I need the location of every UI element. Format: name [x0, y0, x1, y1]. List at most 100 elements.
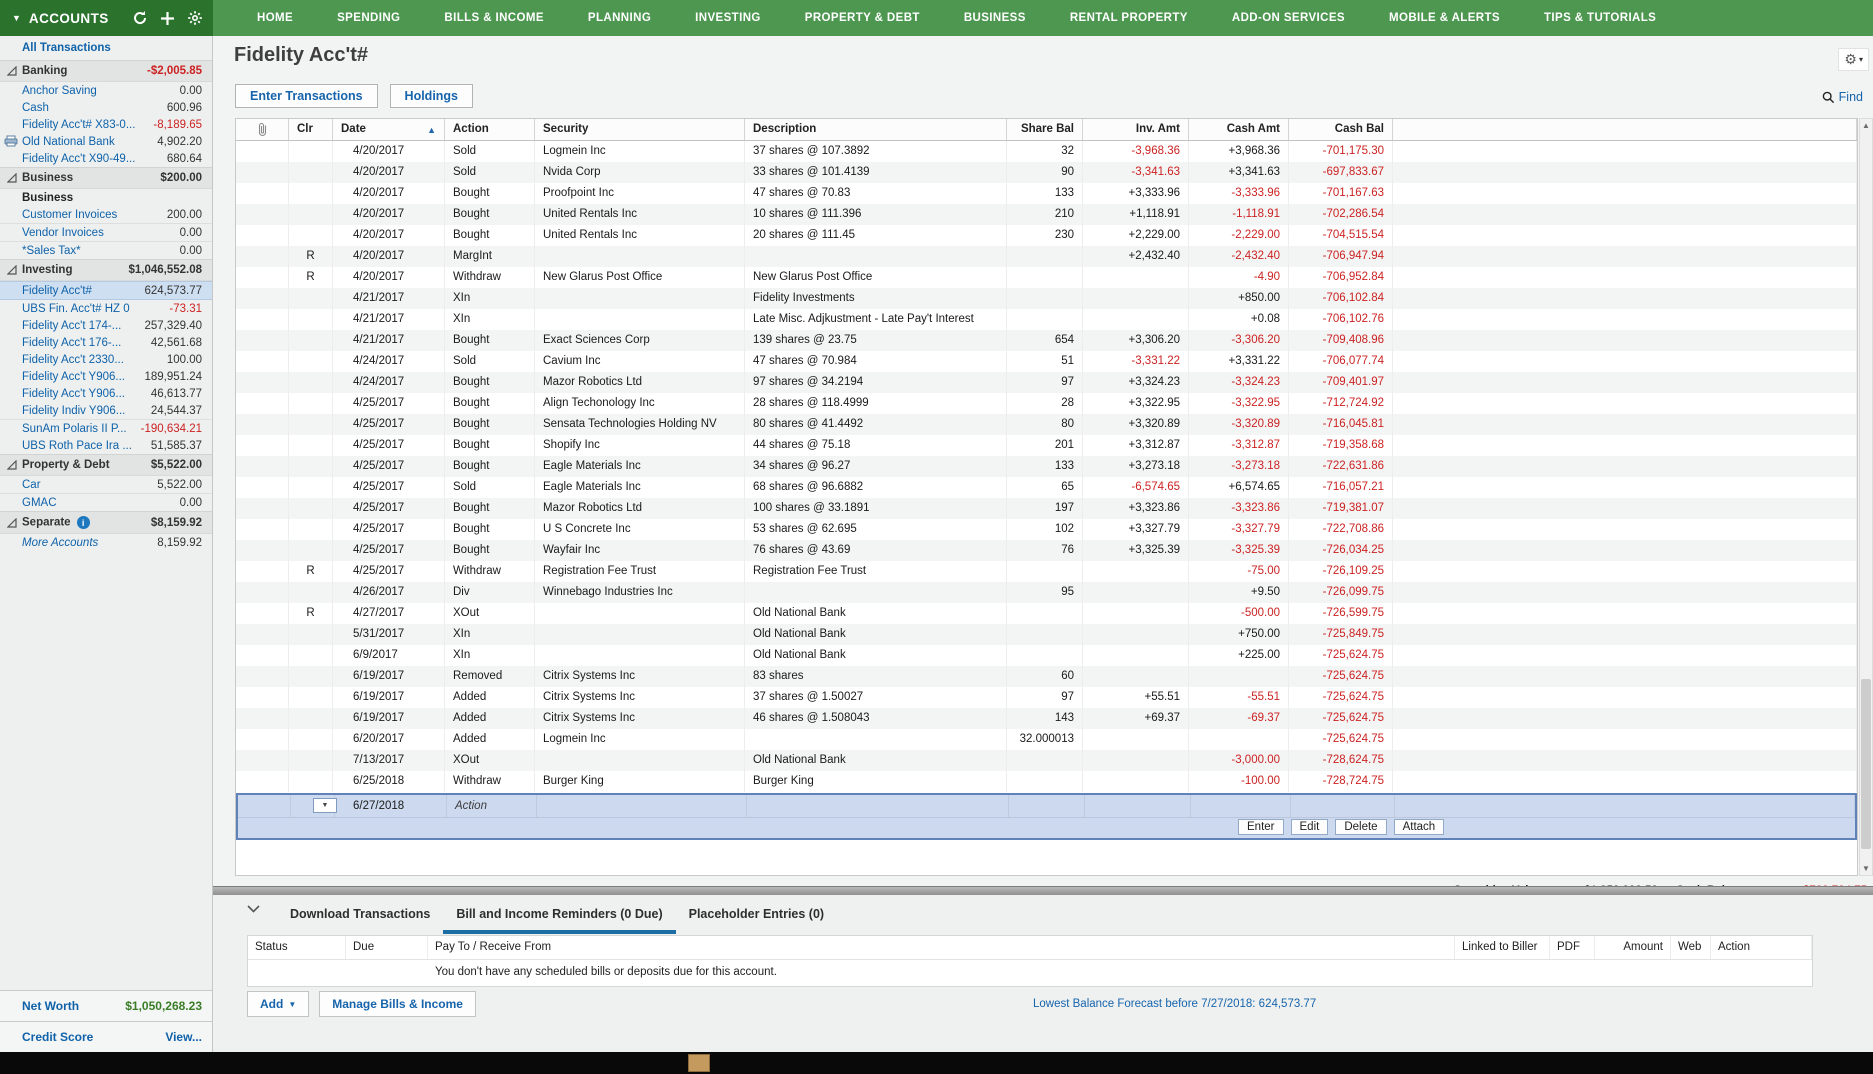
table-row[interactable]: 6/9/2017XInOld National Bank+225.00-725,… — [236, 645, 1857, 666]
tab-download-transactions[interactable]: Download Transactions — [277, 899, 443, 934]
new-security-field[interactable] — [537, 795, 747, 817]
reminder-column-action[interactable]: Action — [1711, 936, 1812, 959]
table-row[interactable]: 6/19/2017RemovedCitrix Systems Inc83 sha… — [236, 666, 1857, 687]
sidebar-item-more-accounts[interactable]: More Accounts8,159.92 — [0, 534, 212, 551]
nav-item-home[interactable]: HOME — [235, 12, 315, 24]
holdings-button[interactable]: Holdings — [390, 84, 473, 108]
table-row[interactable]: 4/20/2017BoughtUnited Rentals Inc20 shar… — [236, 225, 1857, 246]
register-scrollbar[interactable]: ▲ ▼ — [1859, 118, 1873, 876]
table-row[interactable]: 4/25/2017BoughtSensata Technologies Hold… — [236, 414, 1857, 435]
column-header-date[interactable]: Date▲ — [333, 119, 445, 140]
table-row[interactable]: 4/20/2017SoldLogmein Inc37 shares @ 107.… — [236, 141, 1857, 162]
table-row[interactable]: 6/19/2017AddedCitrix Systems Inc46 share… — [236, 708, 1857, 729]
nav-item-mobile-alerts[interactable]: MOBILE & ALERTS — [1367, 12, 1522, 24]
reminder-column-pay-to-receive-from[interactable]: Pay To / Receive From — [428, 936, 1455, 959]
sidebar-item-fidelity-acc-t-y906[interactable]: Fidelity Acc't Y906...46,613.77 — [0, 385, 212, 402]
table-row[interactable]: 4/25/2017BoughtU S Concrete Inc53 shares… — [236, 519, 1857, 540]
tab-bill-and-income-reminders-0-due[interactable]: Bill and Income Reminders (0 Due) — [443, 899, 675, 934]
sidebar-item-fidelity-indiv-y906[interactable]: Fidelity Indiv Y906...24,544.37 — [0, 402, 212, 419]
table-row[interactable]: R4/20/2017WithdrawNew Glarus Post Office… — [236, 267, 1857, 288]
sidebar-item-ubs-fin-acc-t-hz-0[interactable]: UBS Fin. Acc't# HZ 0-73.31 — [0, 300, 212, 317]
table-row[interactable]: R4/27/2017XOutOld National Bank-500.00-7… — [236, 603, 1857, 624]
clr-dropdown[interactable]: ▼ — [291, 795, 335, 817]
column-header-inv-amt[interactable]: Inv. Amt — [1083, 119, 1189, 140]
sidebar-item-vendor-invoices[interactable]: Vendor Invoices0.00 — [0, 223, 212, 241]
table-row[interactable]: 4/25/2017BoughtAlign Techonology Inc28 s… — [236, 393, 1857, 414]
lowest-balance-forecast-link[interactable]: Lowest Balance Forecast before 7/27/2018… — [1033, 998, 1316, 1010]
accounts-dropdown-icon[interactable]: ▼ — [12, 13, 21, 23]
table-row[interactable]: 6/25/2018WithdrawBurger KingBurger King-… — [236, 771, 1857, 792]
new-share-field[interactable] — [1009, 795, 1085, 817]
account-actions-gear[interactable]: ⚙▾ — [1838, 48, 1869, 71]
new-action-field[interactable]: Action — [447, 795, 537, 817]
reminder-column-amount[interactable]: Amount — [1595, 936, 1671, 959]
reminder-column-linked-to-biller[interactable]: Linked to Biller — [1455, 936, 1550, 959]
table-row[interactable]: 7/13/2017XOutOld National Bank-3,000.00-… — [236, 750, 1857, 771]
nav-item-rental-property[interactable]: RENTAL PROPERTY — [1048, 12, 1210, 24]
column-header-action[interactable]: Action — [445, 119, 535, 140]
nav-item-spending[interactable]: SPENDING — [315, 12, 422, 24]
table-row[interactable]: 4/25/2017BoughtMazor Robotics Ltd100 sha… — [236, 498, 1857, 519]
nav-item-add-on-services[interactable]: ADD-ON SERVICES — [1210, 12, 1367, 24]
sidebar-item-fidelity-acc-t[interactable]: Fidelity Acc't#624,573.77 — [0, 281, 212, 300]
sidebar-item-fidelity-acc-t-2330[interactable]: Fidelity Acc't 2330...100.00 — [0, 351, 212, 368]
table-row[interactable]: 4/25/2017SoldEagle Materials Inc68 share… — [236, 477, 1857, 498]
attachment-column-header[interactable] — [236, 119, 289, 140]
nav-item-tips-tutorials[interactable]: TIPS & TUTORIALS — [1522, 12, 1678, 24]
new-inv-field[interactable] — [1085, 795, 1191, 817]
nav-item-planning[interactable]: PLANNING — [566, 12, 673, 24]
edit-button[interactable]: Edit — [1291, 819, 1329, 835]
column-header-cash-amt[interactable]: Cash Amt — [1189, 119, 1289, 140]
sidebar-item-fidelity-acc-t-176[interactable]: Fidelity Acc't 176-...42,561.68 — [0, 334, 212, 351]
table-row[interactable]: 4/20/2017SoldNvida Corp33 shares @ 101.4… — [236, 162, 1857, 183]
add-reminder-button[interactable]: Add▼ — [247, 991, 309, 1017]
credit-score-link[interactable]: Credit Score — [22, 1030, 93, 1044]
reminder-column-status[interactable]: Status — [248, 936, 346, 959]
table-row[interactable]: R4/20/2017MargInt+2,432.40-2,432.40-706,… — [236, 246, 1857, 267]
sidebar-item-fidelity-acc-t-x90-49[interactable]: Fidelity Acc't X90-49...680.64 — [0, 150, 212, 167]
table-row[interactable]: 4/21/2017XInLate Misc. Adjkustment - Lat… — [236, 309, 1857, 330]
sidebar-item-cash[interactable]: Cash600.96 — [0, 99, 212, 116]
new-cash-field[interactable] — [1191, 795, 1291, 817]
manage-bills-button[interactable]: Manage Bills & Income — [319, 991, 476, 1017]
refresh-icon[interactable] — [132, 10, 148, 26]
scroll-up-icon[interactable]: ▲ — [1860, 121, 1872, 130]
sidebar-item-business[interactable]: Business — [0, 189, 212, 206]
sidebar-item-car[interactable]: Car5,522.00 — [0, 476, 212, 493]
sidebar-item-gmac[interactable]: GMAC0.00 — [0, 493, 212, 511]
sidebar-item-sales-tax[interactable]: *Sales Tax*0.00 — [0, 241, 212, 259]
table-row[interactable]: 6/19/2017AddedCitrix Systems Inc37 share… — [236, 687, 1857, 708]
column-header-security[interactable]: Security — [535, 119, 745, 140]
panel-splitter[interactable] — [213, 886, 1873, 895]
enter-transactions-button[interactable]: Enter Transactions — [235, 84, 378, 108]
sidebar-item-sunam-polaris-ii-p[interactable]: SunAm Polaris II P...-190,634.21 — [0, 419, 212, 437]
info-icon[interactable]: i — [77, 516, 90, 529]
add-account-icon[interactable] — [160, 11, 175, 26]
sidebar-item-old-national-bank[interactable]: Old National Bank4,902.20 — [0, 133, 212, 150]
sidebar-item-all-transactions[interactable]: All Transactions — [0, 36, 212, 60]
table-row[interactable]: 5/31/2017XInOld National Bank+750.00-725… — [236, 624, 1857, 645]
reminder-column-pdf[interactable]: PDF — [1550, 936, 1595, 959]
table-row[interactable]: 4/24/2017BoughtMazor Robotics Ltd97 shar… — [236, 372, 1857, 393]
column-header-cash-bal[interactable]: Cash Bal — [1289, 119, 1393, 140]
column-header-clr[interactable]: Clr — [289, 119, 333, 140]
nav-item-business[interactable]: BUSINESS — [942, 12, 1048, 24]
sidebar-section-business[interactable]: Business$200.00 — [0, 167, 212, 189]
table-row[interactable]: 4/26/2017DivWinnebago Industries Inc95+9… — [236, 582, 1857, 603]
panel-collapse-icon[interactable] — [247, 905, 260, 913]
nav-item-property-debt[interactable]: PROPERTY & DEBT — [783, 12, 942, 24]
find-control[interactable]: Find — [1822, 90, 1863, 104]
attach-button[interactable]: Attach — [1394, 819, 1445, 835]
table-row[interactable]: 4/20/2017BoughtProofpoint Inc47 shares @… — [236, 183, 1857, 204]
accounts-settings-icon[interactable] — [187, 10, 203, 26]
table-row[interactable]: 4/21/2017XInFidelity Investments+850.00-… — [236, 288, 1857, 309]
sidebar-item-fidelity-acc-t-y906[interactable]: Fidelity Acc't Y906...189,951.24 — [0, 368, 212, 385]
delete-button[interactable]: Delete — [1335, 819, 1386, 835]
credit-score-view-link[interactable]: View... — [165, 1030, 202, 1044]
new-description-field[interactable] — [747, 795, 1009, 817]
table-row[interactable]: 4/25/2017BoughtWayfair Inc76 shares @ 43… — [236, 540, 1857, 561]
sidebar-item-customer-invoices[interactable]: Customer Invoices200.00 — [0, 206, 212, 223]
table-row[interactable]: 4/25/2017BoughtShopify Inc44 shares @ 75… — [236, 435, 1857, 456]
sidebar-item-ubs-roth-pace-ira[interactable]: UBS Roth Pace Ira ...51,585.37 — [0, 437, 212, 454]
scroll-down-icon[interactable]: ▼ — [1860, 864, 1872, 873]
